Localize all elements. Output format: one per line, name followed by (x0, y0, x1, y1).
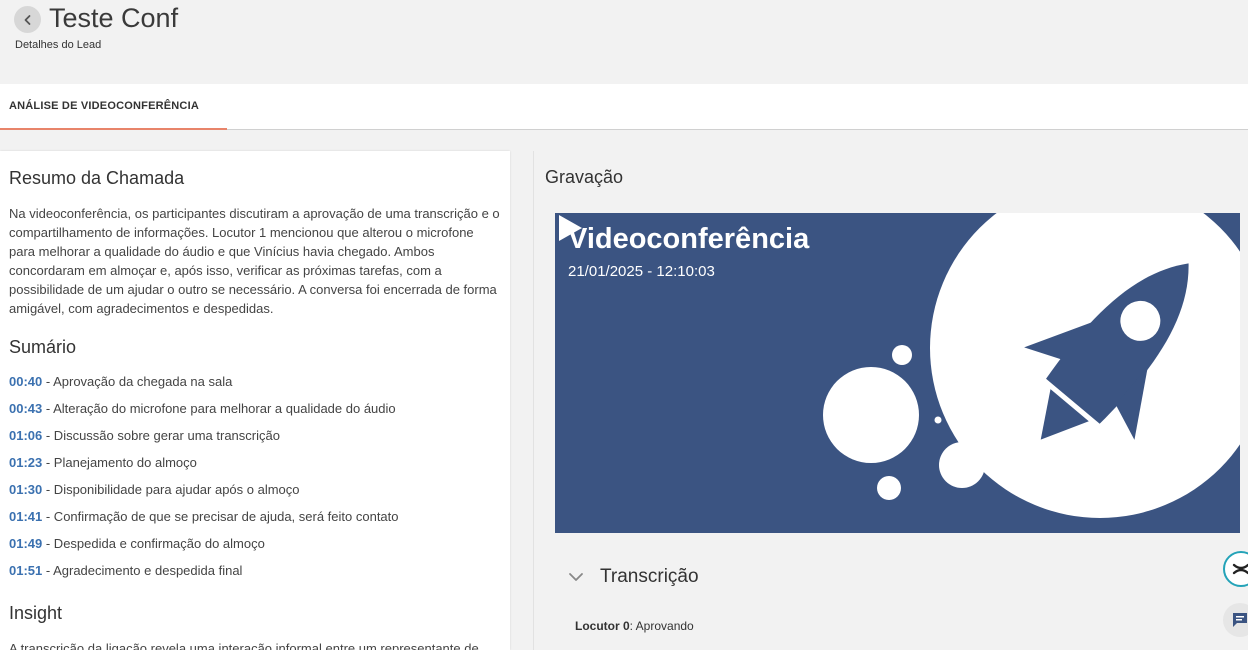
transcription-header[interactable]: Transcrição (566, 566, 699, 588)
transcript-text: : Aprovando (629, 619, 694, 633)
list-item-text: - Confirmação de que se precisar de ajud… (42, 509, 399, 524)
timestamp-link[interactable]: 00:43 (9, 401, 42, 416)
page-title: Teste Conf (49, 3, 179, 33)
list-item-text: - Disponibilidade para ajudar após o alm… (42, 482, 300, 497)
timestamp-link[interactable]: 00:40 (9, 374, 42, 389)
sumario-list: 00:40 - Aprovação da chegada na sala 00:… (9, 373, 399, 589)
list-item-text: - Agradecimento e despedida final (42, 563, 243, 578)
insight-heading: Insight (9, 603, 63, 623)
list-item-text: - Discussão sobre gerar uma transcrição (42, 428, 280, 443)
list-item: 01:06 - Discussão sobre gerar uma transc… (9, 427, 399, 454)
speaker-name: Locutor 0 (575, 619, 630, 633)
list-item-text: - Aprovação da chegada na sala (42, 374, 233, 389)
list-item: 00:43 - Alteração do microfone para melh… (9, 400, 399, 427)
video-title: Videoconferência (568, 223, 810, 255)
chat-icon (1233, 613, 1247, 627)
support-icon (1232, 563, 1248, 575)
tab-bar: ANÁLISE DE VIDEOCONFERÊNCIA (0, 84, 1248, 130)
list-item-text: - Alteração do microfone para melhorar a… (42, 401, 396, 416)
video-date: 21/01/2025 - 12:10:03 (568, 263, 715, 280)
list-item: 01:51 - Agradecimento e despedida final (9, 562, 399, 589)
timestamp-link[interactable]: 01:41 (9, 509, 42, 524)
page-header: Teste Conf Detalhes do Lead (0, 0, 1248, 84)
call-summary-panel: Resumo da Chamada Na videoconferência, o… (0, 151, 510, 650)
list-item-text: - Despedida e confirmação do almoço (42, 536, 265, 551)
recording-panel: Gravação Videoconferência 21/01/2025 - 1… (533, 151, 1248, 650)
list-item: 01:49 - Despedida e confirmação do almoç… (9, 535, 399, 562)
play-icon[interactable] (555, 213, 585, 243)
timestamp-link[interactable]: 01:49 (9, 536, 42, 551)
video-player[interactable]: Videoconferência 21/01/2025 - 12:10:03 (555, 213, 1240, 533)
list-item: 01:41 - Confirmação de que se precisar d… (9, 508, 399, 535)
page-subtitle: Detalhes do Lead (15, 39, 102, 51)
transcript-line: Locutor 0: Aprovando (575, 619, 694, 633)
list-item-text: - Planejamento do almoço (42, 455, 197, 470)
chevron-down-icon[interactable] (566, 567, 586, 587)
chevron-left-icon (24, 14, 30, 25)
transcript-line-clipped (575, 645, 1195, 650)
timestamp-link[interactable]: 01:23 (9, 455, 42, 470)
list-item: 01:23 - Planejamento do almoço (9, 454, 399, 481)
timestamp-link[interactable]: 01:30 (9, 482, 42, 497)
tab-videoconference-analysis[interactable]: ANÁLISE DE VIDEOCONFERÊNCIA (0, 84, 227, 130)
back-button[interactable] (14, 6, 41, 33)
list-item: 01:30 - Disponibilidade para ajudar após… (9, 481, 399, 508)
summary-heading: Resumo da Chamada (9, 168, 185, 188)
sumario-heading: Sumário (9, 337, 77, 357)
list-item: 00:40 - Aprovação da chegada na sala (9, 373, 399, 400)
timestamp-link[interactable]: 01:51 (9, 563, 42, 578)
transcription-heading: Transcrição (600, 566, 699, 587)
timestamp-link[interactable]: 01:06 (9, 428, 42, 443)
rocket-illustration (823, 213, 1240, 518)
summary-text: Na videoconferência, os participantes di… (9, 206, 500, 316)
recording-heading: Gravação (545, 167, 624, 187)
insight-text: A transcrição da ligação revela uma inte… (9, 641, 479, 650)
